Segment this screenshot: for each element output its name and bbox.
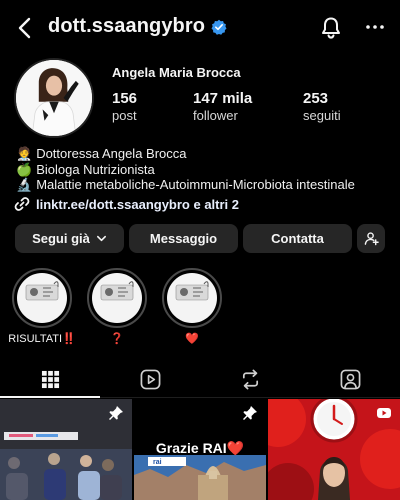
doctor-emoji-icon: 🧑‍⚕️ xyxy=(16,146,33,161)
profile-full-name: Angela Maria Brocca xyxy=(112,65,241,80)
stat-posts-label: post xyxy=(112,108,137,123)
stat-posts[interactable]: 156 post xyxy=(112,90,137,123)
profile-username: dott.ssaangybro xyxy=(48,15,227,38)
highlight-questions[interactable]: ❓ xyxy=(87,268,147,345)
highlight-label: RISULTATI‼️ xyxy=(8,333,76,345)
add-user-icon xyxy=(364,232,379,246)
highlight-label: ❤️ xyxy=(185,333,199,345)
highlight-cover-illustration xyxy=(100,281,134,301)
bio-line-text: Dottoressa Angela Brocca xyxy=(36,146,187,161)
bio-link[interactable]: linktr.ee/dott.ssaangybro e altri 2 xyxy=(14,196,239,212)
following-button[interactable]: Segui già xyxy=(15,224,124,253)
profile-bio: 🧑‍⚕️ Dottoressa Angela Brocca 🍏 Biologa … xyxy=(16,146,386,193)
tab-posts-grid[interactable] xyxy=(0,360,100,398)
active-tab-indicator xyxy=(0,396,100,398)
highlight-cover-illustration xyxy=(175,281,209,301)
message-button-label: Messaggio xyxy=(149,231,218,246)
highlight-ring xyxy=(162,268,222,328)
grid-icon xyxy=(41,370,59,388)
highlight-risultati[interactable]: RISULTATI‼️ xyxy=(8,268,76,345)
chevron-left-icon[interactable] xyxy=(14,16,36,40)
bio-link-text: linktr.ee/dott.ssaangybro e altri 2 xyxy=(36,196,240,212)
message-button[interactable]: Messaggio xyxy=(129,224,238,253)
pin-icon xyxy=(109,406,123,420)
post-thumbnail[interactable]: rai Grazie RAI❤️ xyxy=(134,399,266,500)
following-button-label: Segui già xyxy=(32,231,90,246)
highlight-cover-illustration xyxy=(25,281,59,301)
profile-avatar[interactable] xyxy=(14,58,94,138)
contact-button[interactable]: Contatta xyxy=(243,224,352,253)
bio-line: 🔬 Malattie metaboliche-Autoimmuni-Microb… xyxy=(16,177,386,193)
reels-icon xyxy=(140,369,160,389)
microscope-emoji-icon: 🔬 xyxy=(16,177,33,192)
post-thumbnail[interactable] xyxy=(268,399,400,500)
svg-text:rai: rai xyxy=(153,459,162,466)
tagged-icon xyxy=(340,369,360,389)
tab-reels[interactable] xyxy=(100,360,200,398)
link-icon xyxy=(14,197,30,211)
post-caption: Grazie RAI❤️ xyxy=(155,440,245,456)
tab-reposts[interactable] xyxy=(200,360,300,398)
highlight-ring xyxy=(87,268,147,328)
chevron-down-icon xyxy=(96,235,106,242)
verified-badge-icon xyxy=(211,19,227,35)
highlight-cover xyxy=(167,273,217,323)
highlight-label: ❓ xyxy=(110,333,124,345)
bio-line-text: Biologa Nutrizionista xyxy=(36,161,155,177)
contact-button-label: Contatta xyxy=(271,231,324,246)
bell-icon[interactable] xyxy=(320,16,342,40)
stat-following-label: seguiti xyxy=(303,108,341,123)
avatar-photo xyxy=(16,60,92,136)
reposts-icon xyxy=(242,369,258,389)
highlight-cover xyxy=(17,273,67,323)
bio-line-text: Malattie metaboliche-Autoimmuni-Microbio… xyxy=(36,177,355,192)
username-text: dott.ssaangybro xyxy=(48,15,206,37)
stat-followers-label: follower xyxy=(193,108,238,123)
stat-following-value: 253 xyxy=(303,90,329,107)
stat-followers-value: 147 mila xyxy=(193,90,253,107)
reel-video-icon xyxy=(377,408,391,418)
bio-line: 🧑‍⚕️ Dottoressa Angela Brocca xyxy=(16,146,386,162)
green-apple-emoji-icon: 🍏 xyxy=(16,161,33,177)
stat-following[interactable]: 253 seguiti xyxy=(303,90,341,123)
stat-followers[interactable]: 147 mila follower xyxy=(193,90,252,123)
highlight-heart[interactable]: ❤️ xyxy=(162,268,222,345)
highlight-cover xyxy=(92,273,142,323)
tab-tagged[interactable] xyxy=(300,360,400,398)
top-bar: dott.ssaangybro xyxy=(0,0,400,56)
add-user-button[interactable] xyxy=(357,224,385,253)
highlight-ring xyxy=(12,268,72,328)
bio-line: 🍏 Biologa Nutrizionista xyxy=(16,162,386,178)
pin-icon xyxy=(243,406,257,420)
more-horizontal-icon[interactable] xyxy=(364,16,386,38)
stat-posts-value: 156 xyxy=(112,90,138,107)
post-thumbnail[interactable] xyxy=(0,399,132,500)
